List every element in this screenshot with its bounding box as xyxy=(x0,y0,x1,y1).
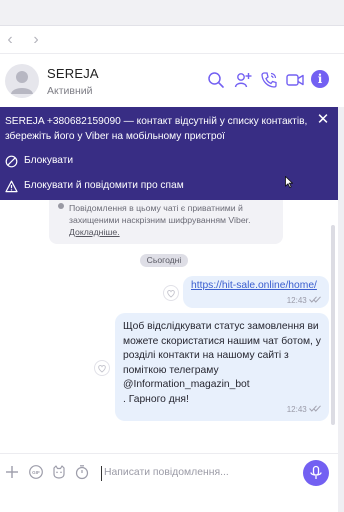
block-label: Блокувати xyxy=(24,155,74,166)
scrollbar[interactable] xyxy=(331,225,335,425)
encryption-notice: Повідомлення в цьому чаті є приватними й… xyxy=(49,200,283,244)
message-meta: 12:43 xyxy=(287,405,321,414)
plus-icon[interactable] xyxy=(4,464,20,480)
warning-icon xyxy=(5,180,18,193)
contact-status: Активний xyxy=(47,85,93,97)
avatar-placeholder-icon xyxy=(11,71,33,94)
text-caret xyxy=(101,466,102,481)
message-meta: 12:43 xyxy=(287,296,321,305)
avatar[interactable] xyxy=(5,64,39,98)
date-separator: Сьогодні xyxy=(140,254,188,267)
lock-icon xyxy=(58,203,64,209)
microphone-icon xyxy=(310,465,322,479)
message-bubble[interactable]: https://hit-sale.online/home/ 12:43 xyxy=(183,276,329,308)
add-contact-icon[interactable] xyxy=(233,70,253,90)
message-time: 12:43 xyxy=(286,296,307,305)
banner-message: SEREJA +380682159090 — контакт відсутній… xyxy=(5,116,308,142)
like-button[interactable] xyxy=(163,285,179,301)
navigation-bar: ‹ › xyxy=(0,26,344,54)
message-bubble[interactable]: Щоб відслідкувати статус замовлення ви м… xyxy=(115,313,329,421)
double-check-icon xyxy=(309,296,321,303)
like-button[interactable] xyxy=(94,360,110,376)
forward-arrow-icon[interactable]: › xyxy=(28,31,44,49)
info-icon[interactable]: i xyxy=(311,70,329,88)
heart-icon xyxy=(98,365,106,373)
timer-icon[interactable] xyxy=(74,464,90,480)
contact-name: SEREJA xyxy=(47,66,99,81)
block-and-report-spam-button[interactable]: Блокувати й повідомити про спам xyxy=(5,178,205,194)
message-input[interactable]: Написати повідомлення... xyxy=(104,467,229,478)
window-top-strip xyxy=(0,0,344,26)
back-arrow-icon[interactable]: ‹ xyxy=(2,31,18,49)
message-text: Щоб відслідкувати статус замовлення ви м… xyxy=(123,321,321,405)
message-link[interactable]: https://hit-sale.online/home/ xyxy=(191,280,317,291)
sticker-icon[interactable] xyxy=(51,464,67,480)
gif-icon[interactable]: GIF xyxy=(28,464,44,480)
encryption-text: Повідомлення в цьому чаті є приватними й… xyxy=(69,203,251,225)
block-icon xyxy=(5,155,18,168)
microphone-button[interactable] xyxy=(303,460,329,486)
learn-more-link[interactable]: Докладніше. xyxy=(69,227,120,237)
heart-icon xyxy=(167,290,175,298)
double-check-icon xyxy=(309,405,321,412)
mouse-cursor-icon xyxy=(285,176,293,188)
window-edge xyxy=(338,107,344,512)
message-time: 12:43 xyxy=(286,405,307,414)
search-icon[interactable] xyxy=(206,70,226,90)
video-icon[interactable] xyxy=(285,70,305,90)
svg-text:GIF: GIF xyxy=(32,470,40,475)
close-icon[interactable]: ✕ xyxy=(316,112,330,127)
phone-icon[interactable] xyxy=(259,70,279,90)
block-and-report-spam-label: Блокувати й повідомити про спам xyxy=(24,180,184,191)
composer-bar xyxy=(0,453,338,512)
block-button[interactable]: Блокувати xyxy=(5,153,125,169)
